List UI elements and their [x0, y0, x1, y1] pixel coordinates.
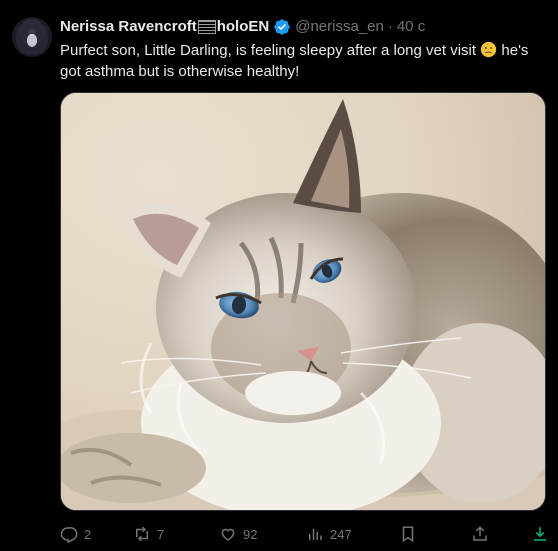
tweet-photo[interactable] — [60, 92, 546, 511]
views-bar-chart-icon — [309, 528, 322, 540]
author-display-name[interactable]: Nerissa Ravencroft — [60, 17, 197, 37]
views-button[interactable]: 247 — [306, 523, 352, 545]
crying-face-emoji-icon — [480, 41, 497, 58]
verified-badge-icon[interactable] — [273, 18, 291, 36]
share-button[interactable] — [471, 523, 489, 545]
bookmark-icon — [402, 526, 414, 543]
views-count: 247 — [330, 526, 352, 542]
share-icon — [473, 526, 487, 541]
author-name-suffix[interactable]: holoEN — [217, 17, 270, 37]
repost-icon — [136, 526, 148, 542]
download-icon — [534, 527, 546, 541]
reply-count: 2 — [84, 526, 92, 542]
reply-button[interactable]: 2 — [60, 523, 91, 545]
author-handle[interactable]: @nerissa_en — [295, 17, 384, 37]
author-avatar[interactable] — [12, 17, 52, 57]
tweet-actions: 2 7 92 247 — [60, 523, 550, 545]
repost-count: 7 — [157, 526, 165, 542]
tweet-text-part-1: Purfect son, Little Darling, is feeling … — [60, 42, 481, 59]
tweet-header: Nerissa Ravencroft holoEN @nerissa_en · 40 … — [60, 17, 425, 37]
tweet-text: Purfect son, Little Darling, is feeling … — [60, 40, 548, 82]
repost-button[interactable]: 7 — [133, 523, 164, 545]
like-count: 92 — [243, 526, 258, 542]
tweet-timestamp[interactable]: 40 с — [397, 17, 425, 37]
cat-photo-image — [61, 93, 545, 510]
name-glyph-icon — [197, 20, 216, 34]
separator-dot: · — [387, 18, 393, 35]
reply-icon — [60, 527, 78, 543]
bookmark-button[interactable] — [399, 523, 417, 545]
avatar-image — [16, 20, 48, 54]
tweet[interactable]: Nerissa Ravencroft holoEN @nerissa_en · 40 … — [0, 0, 558, 551]
like-button[interactable]: 92 — [219, 523, 257, 545]
download-button[interactable] — [531, 523, 549, 545]
heart-icon — [221, 528, 235, 541]
